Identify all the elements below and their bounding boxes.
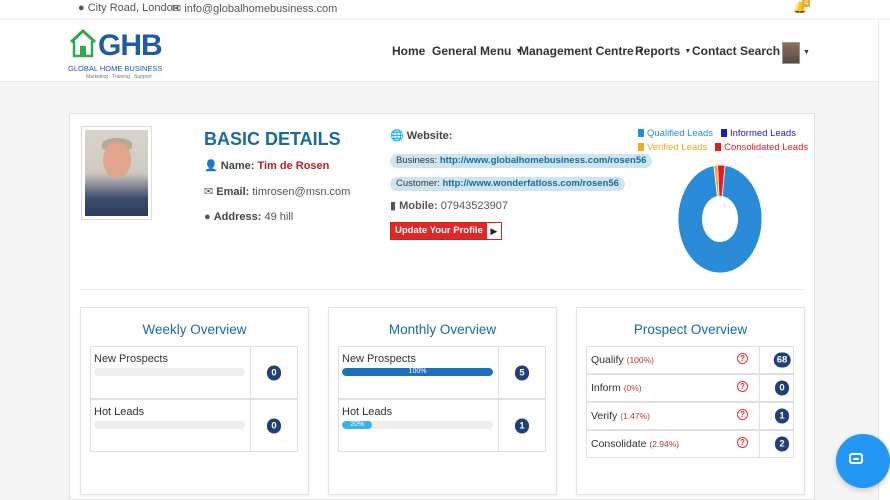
monthly-hot-leads-fill: 20% <box>342 421 373 429</box>
brand-name: GLOBAL HOME BUSINESS <box>68 64 163 73</box>
count-badge: 68 <box>773 352 791 368</box>
legend-consolidated: Consolidated Leads <box>715 142 808 153</box>
progress-bar <box>94 421 245 429</box>
address-detail: ● Address: 49 hill <box>204 211 294 223</box>
email-detail: ✉ Email: timrosen@msn.com <box>204 186 351 198</box>
business-url-link[interactable]: http://www.globalhomebusiness.com/rosen5… <box>440 155 647 166</box>
map-marker-icon: ● <box>78 2 85 14</box>
question-circle-icon[interactable]: ? <box>737 409 748 420</box>
prospect-overview-title: Prospect Overview <box>633 322 748 337</box>
email-info[interactable]: ✉ info@globalhomebusiness.com <box>172 2 337 15</box>
main-navbar: GHB GLOBAL HOME BUSINESS Marketing . Tra… <box>0 20 890 82</box>
user-avatar[interactable] <box>782 42 800 64</box>
count-badge: 0 <box>775 380 789 396</box>
logo-text: GHB <box>98 29 163 62</box>
nav-general-menu[interactable]: General Menu ▼ <box>432 44 522 58</box>
monthly-overview-panel: Monthly Overview New Prospects 100% 5 Ho… <box>328 307 557 495</box>
chart-legend-row-2: Verified Leads Consolidated Leads <box>638 142 808 153</box>
weekly-overview-title: Weekly Overview <box>142 322 247 337</box>
divider <box>80 289 804 290</box>
prospect-row-inform: Inform (0%) ? 0 <box>586 374 794 402</box>
business-url-pill[interactable]: Business: http://www.globalhomebusiness.… <box>390 154 653 168</box>
nav-management-centre[interactable]: Management Centre ▼ <box>519 44 645 58</box>
map-marker-icon: ● <box>204 211 211 223</box>
count-badge: 1 <box>515 418 529 433</box>
chat-launcher-button[interactable] <box>836 434 890 488</box>
customer-url-link[interactable]: http://www.wonderfatloss.com/rosen56 <box>442 178 618 189</box>
mobile-detail: ▮ Mobile: 07943523907 <box>390 200 508 212</box>
page-edge <box>878 20 890 500</box>
chat-icon <box>849 453 863 464</box>
monthly-new-prospects-fill: 100% <box>342 368 493 376</box>
prospect-overview-panel: Prospect Overview Qualify (100%) ? 68 In… <box>576 307 805 495</box>
notification-badge: 4 <box>802 0 811 7</box>
monthly-row-hot-leads: Hot Leads 20% 1 <box>338 399 546 452</box>
chart-legend-row-1: Qualified Leads Informed Leads <box>638 128 796 139</box>
top-info-bar: ● City Road, London ✉ info@globalhomebus… <box>0 0 890 18</box>
house-logo-icon <box>69 28 97 58</box>
legend-qualified: Qualified Leads <box>638 128 713 139</box>
question-circle-icon[interactable]: ? <box>737 437 748 448</box>
caret-down-icon: ▼ <box>684 48 692 56</box>
user-icon: 👤 <box>204 160 218 172</box>
count-badge: 5 <box>515 365 529 380</box>
profile-photo <box>81 126 152 220</box>
play-icon: ▶ <box>490 225 498 236</box>
monthly-row-new-prospects: New Prospects 100% 5 <box>338 346 546 399</box>
nav-reports[interactable]: Reports ▼ <box>635 44 691 58</box>
brand-tagline: Marketing . Training . Support <box>86 74 152 80</box>
envelope-icon: ✉ <box>172 3 182 15</box>
progress-bar: 100% <box>342 368 493 376</box>
name-detail: 👤 Name: Tim de Rosen <box>204 160 330 172</box>
globe-icon: 🌐 <box>390 130 404 142</box>
legend-verified: Verified Leads <box>638 142 707 153</box>
envelope-icon: ✉ <box>204 186 214 198</box>
location-info: ● City Road, London <box>78 2 179 14</box>
website-label: 🌐 Website: <box>390 130 453 142</box>
leads-donut-chart <box>677 164 763 274</box>
mobile-icon: ▮ <box>390 200 397 212</box>
monthly-overview-title: Monthly Overview <box>388 322 497 337</box>
basic-details-title: BASIC DETAILS <box>204 129 341 149</box>
caret-down-icon[interactable]: ▼ <box>803 49 810 56</box>
prospect-row-verify: Verify (1.47%) ? 1 <box>586 402 794 430</box>
prospect-row-qualify: Qualify (100%) ? 68 <box>586 346 794 374</box>
count-badge: 0 <box>267 365 281 380</box>
logo[interactable]: GHB GLOBAL HOME BUSINESS Marketing . Tra… <box>68 26 168 82</box>
weekly-row-new-prospects: New Prospects 0 <box>90 346 298 399</box>
progress-bar <box>94 368 245 376</box>
count-badge: 1 <box>775 408 789 424</box>
nav-home[interactable]: Home <box>392 44 425 58</box>
weekly-row-hot-leads: Hot Leads 0 <box>90 399 298 452</box>
prospect-row-consolidate: Consolidate (2.94%) ? 2 <box>586 430 794 458</box>
weekly-overview-panel: Weekly Overview New Prospects 0 Hot Lead… <box>80 307 309 495</box>
progress-bar: 20% <box>342 421 493 429</box>
basic-details-card: BASIC DETAILS 👤 Name: Tim de Rosen ✉ Ema… <box>69 113 815 500</box>
nav-contact-search[interactable]: Contact Search▼ <box>692 44 791 58</box>
count-badge: 2 <box>775 436 789 452</box>
customer-url-pill[interactable]: Customer: http://www.wonderfatloss.com/r… <box>390 177 625 191</box>
update-profile-button[interactable]: Update Your Profile ▶ <box>390 222 502 240</box>
count-badge: 0 <box>267 418 281 433</box>
question-circle-icon[interactable]: ? <box>737 381 748 392</box>
legend-informed: Informed Leads <box>720 128 796 139</box>
question-circle-icon[interactable]: ? <box>737 353 748 364</box>
